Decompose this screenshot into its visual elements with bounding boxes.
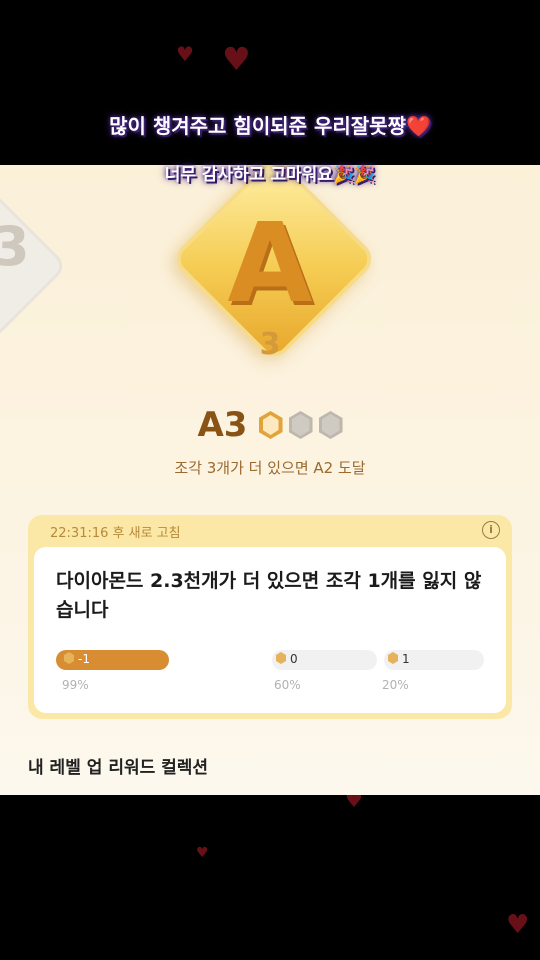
- rank-panel: 3 A 3 A3 조각 3개가 더 있으면 A2 도달 22:31:16 후 새…: [0, 165, 540, 795]
- refresh-time: 22:31:16 후 새로 고침: [50, 526, 181, 541]
- bar-label: 1: [388, 652, 410, 666]
- bar-label: 0: [276, 652, 298, 666]
- previous-rank-letter: 3: [0, 215, 30, 278]
- bar-plus1: 1: [384, 650, 484, 670]
- piece-filled-icon: [258, 411, 283, 439]
- rank-pieces: [253, 411, 343, 439]
- status-card-body: 다이아몬드 2.3천개가 더 있으면 조각 1개를 잃지 않습니다 -1 99%…: [34, 547, 506, 713]
- rank-subtitle: 조각 3개가 더 있으면 A2 도달: [174, 459, 366, 477]
- heart-icon: ♥: [176, 42, 194, 66]
- heart-icon: ♥: [506, 910, 530, 940]
- heart-emoji-icon: ❤️: [405, 114, 431, 138]
- heart-icon: ♥: [196, 845, 209, 861]
- collection-title[interactable]: 내 레벨 업 리워드 컬렉션: [28, 753, 208, 778]
- bar-percent: 20%: [382, 678, 409, 692]
- caption-line-2: 너무 감사하고 고마워요🎉🎉: [164, 165, 376, 185]
- status-card: 22:31:16 후 새로 고침 i 다이아몬드 2.3천개가 더 있으면 조각…: [28, 515, 512, 719]
- bar-percent: 99%: [62, 678, 89, 692]
- bar-zero: 0: [272, 650, 377, 670]
- piece-empty-icon: [318, 411, 343, 439]
- info-icon[interactable]: i: [482, 521, 500, 539]
- badge-number: 3: [259, 327, 281, 362]
- caption-line-1: 많이 챙겨주고 힘이되준 우리잘못쨩❤️: [109, 114, 431, 138]
- bar-percent: 60%: [274, 678, 301, 692]
- party-popper-icon: 🎉🎉: [332, 165, 376, 185]
- rank-badge: A 3: [169, 165, 379, 385]
- rank-row: A3: [0, 405, 540, 445]
- heart-icon: ♥: [222, 40, 251, 78]
- bar-minus1: -1: [56, 650, 169, 670]
- piece-icon: [388, 652, 398, 664]
- piece-empty-icon: [288, 411, 313, 439]
- bar-label: -1: [64, 652, 90, 666]
- badge-letter: A: [227, 199, 313, 327]
- piece-icon: [64, 652, 74, 664]
- piece-icon: [276, 652, 286, 664]
- rank-label: A3: [197, 405, 248, 445]
- status-message: 다이아몬드 2.3천개가 더 있으면 조각 1개를 잃지 않습니다: [56, 570, 482, 621]
